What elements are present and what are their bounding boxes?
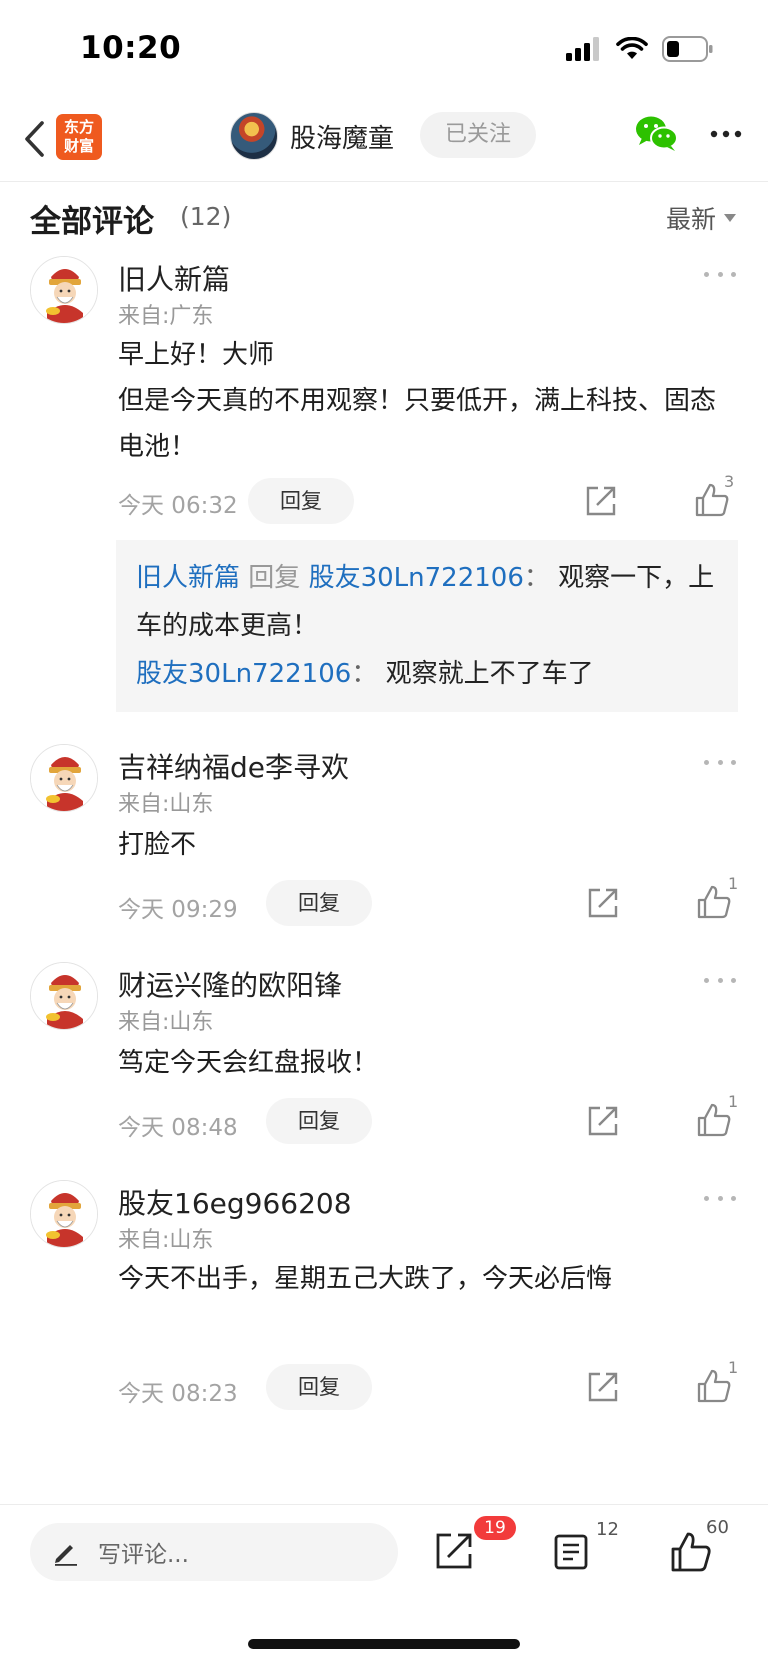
reply-item: 旧人新篇 回复 股友30Ln722106： 观察一下，上车的成本更高！ [136,554,718,650]
comment-text-line: 打脸不 [118,830,197,860]
more-horizontal-icon [710,130,742,138]
comment-location: 来自:山东 [118,792,214,817]
thumbs-up-icon[interactable] [696,1368,732,1404]
wechat-share-button[interactable] [634,114,680,154]
comment-time: 今天 08:48 [118,1115,238,1141]
share-icon[interactable] [586,1370,620,1404]
wifi-icon [616,37,648,59]
reply-colon: ： [351,659,378,689]
comment-location: 来自:山东 [118,1228,214,1253]
comments-count: (12) [180,202,232,231]
comments-list-icon[interactable] [553,1533,589,1571]
caret-down-icon [724,214,736,222]
share-icon[interactable] [584,484,618,518]
share-icon[interactable] [586,886,620,920]
avatar[interactable] [30,962,98,1030]
status-bar: 10:20 [0,0,768,100]
reply-button[interactable]: 回复 [266,1364,372,1410]
like-count: 1 [728,874,739,893]
fortune-god-avatar-icon [31,257,97,323]
comment-text: 笃定今天会红盘报收！ [118,1040,738,1086]
app-logo[interactable]: 东方 财富 [56,114,102,160]
comment-text-line: 笃定今天会红盘报收！ [118,1048,379,1078]
comment-more-button[interactable] [704,1192,736,1204]
sort-label: 最新 [665,205,716,234]
home-indicator[interactable] [248,1639,520,1649]
comment-location: 来自:山东 [118,1010,214,1035]
comment-location: 来自:广东 [118,304,214,329]
comment-text: 打脸不 [118,822,738,868]
reply-author[interactable]: 旧人新篇 [136,563,240,593]
comment-input[interactable]: 写评论... [30,1523,398,1581]
status-icons [566,36,714,62]
author-name[interactable]: 股海魔童 [290,118,394,155]
comment-more-button[interactable] [704,974,736,986]
comment-text-line: 早上好！大师 [118,340,275,370]
author-avatar[interactable] [230,112,278,160]
sort-dropdown[interactable]: 最新 [666,200,736,236]
comment-author[interactable]: 旧人新篇 [118,258,230,298]
reply-author[interactable]: 股友30Ln722106 [136,659,351,689]
comments-title: 全部评论 [30,204,154,240]
comment-more-button[interactable] [704,268,736,280]
like-count: 60 [706,1517,729,1538]
app-logo-line1: 东方 [63,118,94,136]
more-options-button[interactable] [708,116,744,152]
reply-thread[interactable]: 旧人新篇 回复 股友30Ln722106： 观察一下，上车的成本更高！ 股友30… [116,540,738,712]
comment-time: 今天 08:23 [118,1381,238,1407]
cellular-signal-icon [566,37,599,61]
share-count-badge: 19 [474,1516,516,1540]
like-count: 1 [728,1092,739,1111]
back-button[interactable] [14,114,54,164]
wechat-icon [636,116,678,151]
fortune-god-avatar-icon [31,1181,97,1247]
reply-colon: ： [523,563,550,593]
reply-text: 观察就上不了车了 [385,659,594,689]
pencil-icon [55,1545,77,1566]
comment-author[interactable]: 股友16eg966208 [118,1182,352,1222]
comment-text: 今天不出手，星期五己大跌了，今天必后悔 [118,1256,728,1302]
battery-icon [662,36,713,62]
comments-header: 全部评论 (12) 最新 [0,182,768,252]
comment-text: 早上好！大师 但是今天真的不用观察！只要低开，满上科技、固态电池！ [118,332,738,470]
share-icon[interactable] [586,1104,620,1138]
comment-author[interactable]: 财运兴隆的欧阳锋 [118,964,342,1004]
comment-input-placeholder: 写评论... [98,1542,189,1568]
fortune-god-avatar-icon [31,745,97,811]
fortune-god-avatar-icon [31,963,97,1029]
comments-count-badge: 12 [596,1519,619,1540]
comment-author[interactable]: 吉祥纳福de李寻欢 [118,746,349,786]
reply-target[interactable]: 股友30Ln722106 [309,563,524,593]
reply-button[interactable]: 回复 [266,880,372,926]
avatar[interactable] [30,1180,98,1248]
comment-time: 今天 09:29 [118,897,238,923]
reply-button[interactable]: 回复 [266,1098,372,1144]
reply-verb: 回复 [248,563,301,593]
like-count: 1 [728,1358,739,1377]
reply-item: 股友30Ln722106： 观察就上不了车了 [136,650,718,698]
thumbs-up-icon[interactable] [696,1102,732,1138]
comment-text-line: 但是今天真的不用观察！只要低开，满上科技、固态电池！ [118,386,717,462]
like-count: 3 [724,472,735,491]
reply-button[interactable]: 回复 [248,478,354,524]
follow-button[interactable]: 已关注 [420,112,536,158]
comment-text-line: 今天不出手，星期五己大跌了，今天必后悔 [118,1264,613,1294]
thumbs-up-icon[interactable] [696,884,732,920]
app-logo-line2: 财富 [63,137,94,155]
bottom-toolbar: 写评论... 19 12 60 [0,1504,768,1663]
avatar[interactable] [30,744,98,812]
nav-bar: 东方 财富 股海魔童 已关注 [0,100,768,182]
comment-time: 今天 06:32 [118,493,238,519]
avatar[interactable] [30,256,98,324]
share-icon[interactable] [434,1531,474,1571]
chevron-left-icon [25,121,44,157]
status-time: 10:20 [80,30,182,66]
comment-more-button[interactable] [704,756,736,768]
